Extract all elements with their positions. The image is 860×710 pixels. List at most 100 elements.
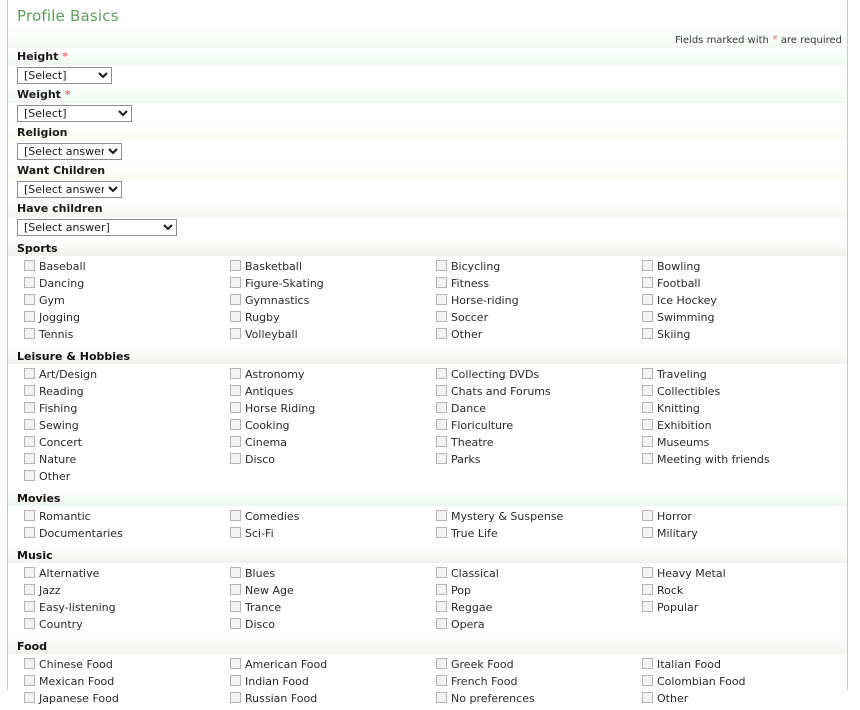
checkbox-box-icon[interactable] bbox=[24, 385, 35, 396]
checkbox-reading[interactable]: Reading bbox=[24, 383, 84, 400]
checkbox-box-icon[interactable] bbox=[230, 658, 241, 669]
checkbox-american-food[interactable]: American Food bbox=[230, 656, 327, 673]
checkbox-jogging[interactable]: Jogging bbox=[24, 309, 80, 326]
checkbox-box-icon[interactable] bbox=[642, 527, 653, 538]
checkbox-box-icon[interactable] bbox=[230, 584, 241, 595]
checkbox-antiques[interactable]: Antiques bbox=[230, 383, 293, 400]
checkbox-box-icon[interactable] bbox=[436, 311, 447, 322]
checkbox-traveling[interactable]: Traveling bbox=[642, 366, 707, 383]
checkbox-box-icon[interactable] bbox=[24, 453, 35, 464]
checkbox-sewing[interactable]: Sewing bbox=[24, 417, 79, 434]
checkbox-documentaries[interactable]: Documentaries bbox=[24, 525, 123, 542]
select-religion[interactable]: [Select answer] bbox=[17, 143, 122, 160]
checkbox-box-icon[interactable] bbox=[436, 510, 447, 521]
checkbox-box-icon[interactable] bbox=[436, 675, 447, 686]
checkbox-parks[interactable]: Parks bbox=[436, 451, 481, 468]
checkbox-box-icon[interactable] bbox=[230, 692, 241, 703]
checkbox-baseball[interactable]: Baseball bbox=[24, 258, 86, 275]
select-height[interactable]: [Select] bbox=[17, 67, 112, 84]
checkbox-box-icon[interactable] bbox=[436, 368, 447, 379]
checkbox-art-design[interactable]: Art/Design bbox=[24, 366, 97, 383]
checkbox-box-icon[interactable] bbox=[230, 527, 241, 538]
checkbox-box-icon[interactable] bbox=[642, 436, 653, 447]
checkbox-box-icon[interactable] bbox=[230, 328, 241, 339]
checkbox-box-icon[interactable] bbox=[436, 658, 447, 669]
checkbox-swimming[interactable]: Swimming bbox=[642, 309, 714, 326]
checkbox-box-icon[interactable] bbox=[230, 419, 241, 430]
select-want-children[interactable]: [Select answer] bbox=[17, 181, 122, 198]
checkbox-box-icon[interactable] bbox=[230, 510, 241, 521]
checkbox-box-icon[interactable] bbox=[24, 328, 35, 339]
checkbox-collectibles[interactable]: Collectibles bbox=[642, 383, 720, 400]
checkbox-box-icon[interactable] bbox=[230, 368, 241, 379]
checkbox-box-icon[interactable] bbox=[642, 567, 653, 578]
checkbox-box-icon[interactable] bbox=[436, 260, 447, 271]
checkbox-bowling[interactable]: Bowling bbox=[642, 258, 700, 275]
checkbox-box-icon[interactable] bbox=[24, 658, 35, 669]
checkbox-box-icon[interactable] bbox=[436, 277, 447, 288]
checkbox-theatre[interactable]: Theatre bbox=[436, 434, 494, 451]
checkbox-box-icon[interactable] bbox=[24, 260, 35, 271]
checkbox-box-icon[interactable] bbox=[230, 311, 241, 322]
checkbox-box-icon[interactable] bbox=[230, 294, 241, 305]
checkbox-box-icon[interactable] bbox=[642, 260, 653, 271]
checkbox-nature[interactable]: Nature bbox=[24, 451, 76, 468]
checkbox-box-icon[interactable] bbox=[24, 436, 35, 447]
checkbox-greek-food[interactable]: Greek Food bbox=[436, 656, 514, 673]
checkbox-box-icon[interactable] bbox=[230, 675, 241, 686]
checkbox-box-icon[interactable] bbox=[24, 277, 35, 288]
checkbox-box-icon[interactable] bbox=[24, 601, 35, 612]
checkbox-box-icon[interactable] bbox=[642, 584, 653, 595]
checkbox-fitness[interactable]: Fitness bbox=[436, 275, 489, 292]
checkbox-box-icon[interactable] bbox=[24, 510, 35, 521]
checkbox-comedies[interactable]: Comedies bbox=[230, 508, 299, 525]
checkbox-box-icon[interactable] bbox=[24, 527, 35, 538]
checkbox-chinese-food[interactable]: Chinese Food bbox=[24, 656, 113, 673]
checkbox-museums[interactable]: Museums bbox=[642, 434, 709, 451]
checkbox-dance[interactable]: Dance bbox=[436, 400, 486, 417]
checkbox-mystery-suspense[interactable]: Mystery & Suspense bbox=[436, 508, 563, 525]
checkbox-chats-and-forums[interactable]: Chats and Forums bbox=[436, 383, 551, 400]
select-weight[interactable]: [Select] bbox=[17, 105, 132, 122]
checkbox-mexican-food[interactable]: Mexican Food bbox=[24, 673, 114, 690]
checkbox-colombian-food[interactable]: Colombian Food bbox=[642, 673, 746, 690]
checkbox-rock[interactable]: Rock bbox=[642, 582, 683, 599]
checkbox-figure-skating[interactable]: Figure-Skating bbox=[230, 275, 324, 292]
checkbox-cinema[interactable]: Cinema bbox=[230, 434, 287, 451]
checkbox-exhibition[interactable]: Exhibition bbox=[642, 417, 712, 434]
checkbox-box-icon[interactable] bbox=[642, 510, 653, 521]
checkbox-box-icon[interactable] bbox=[642, 368, 653, 379]
checkbox-box-icon[interactable] bbox=[436, 527, 447, 538]
checkbox-disco[interactable]: Disco bbox=[230, 451, 275, 468]
checkbox-box-icon[interactable] bbox=[642, 658, 653, 669]
checkbox-box-icon[interactable] bbox=[436, 328, 447, 339]
checkbox-ice-hockey[interactable]: Ice Hockey bbox=[642, 292, 717, 309]
checkbox-box-icon[interactable] bbox=[230, 618, 241, 629]
checkbox-knitting[interactable]: Knitting bbox=[642, 400, 700, 417]
checkbox-other[interactable]: Other bbox=[436, 326, 482, 343]
checkbox-box-icon[interactable] bbox=[642, 692, 653, 703]
checkbox-box-icon[interactable] bbox=[24, 618, 35, 629]
checkbox-box-icon[interactable] bbox=[24, 675, 35, 686]
checkbox-romantic[interactable]: Romantic bbox=[24, 508, 91, 525]
checkbox-sci-fi[interactable]: Sci-Fi bbox=[230, 525, 274, 542]
checkbox-blues[interactable]: Blues bbox=[230, 565, 275, 582]
checkbox-box-icon[interactable] bbox=[436, 385, 447, 396]
checkbox-bicycling[interactable]: Bicycling bbox=[436, 258, 500, 275]
checkbox-box-icon[interactable] bbox=[24, 294, 35, 305]
checkbox-box-icon[interactable] bbox=[642, 675, 653, 686]
checkbox-football[interactable]: Football bbox=[642, 275, 701, 292]
checkbox-box-icon[interactable] bbox=[230, 402, 241, 413]
checkbox-box-icon[interactable] bbox=[24, 419, 35, 430]
checkbox-box-icon[interactable] bbox=[642, 385, 653, 396]
checkbox-box-icon[interactable] bbox=[24, 311, 35, 322]
checkbox-pop[interactable]: Pop bbox=[436, 582, 471, 599]
checkbox-box-icon[interactable] bbox=[436, 453, 447, 464]
checkbox-box-icon[interactable] bbox=[230, 601, 241, 612]
checkbox-box-icon[interactable] bbox=[642, 328, 653, 339]
checkbox-horror[interactable]: Horror bbox=[642, 508, 692, 525]
select-have-children[interactable]: [Select answer] bbox=[17, 219, 177, 236]
checkbox-basketball[interactable]: Basketball bbox=[230, 258, 302, 275]
checkbox-box-icon[interactable] bbox=[230, 567, 241, 578]
checkbox-dancing[interactable]: Dancing bbox=[24, 275, 84, 292]
